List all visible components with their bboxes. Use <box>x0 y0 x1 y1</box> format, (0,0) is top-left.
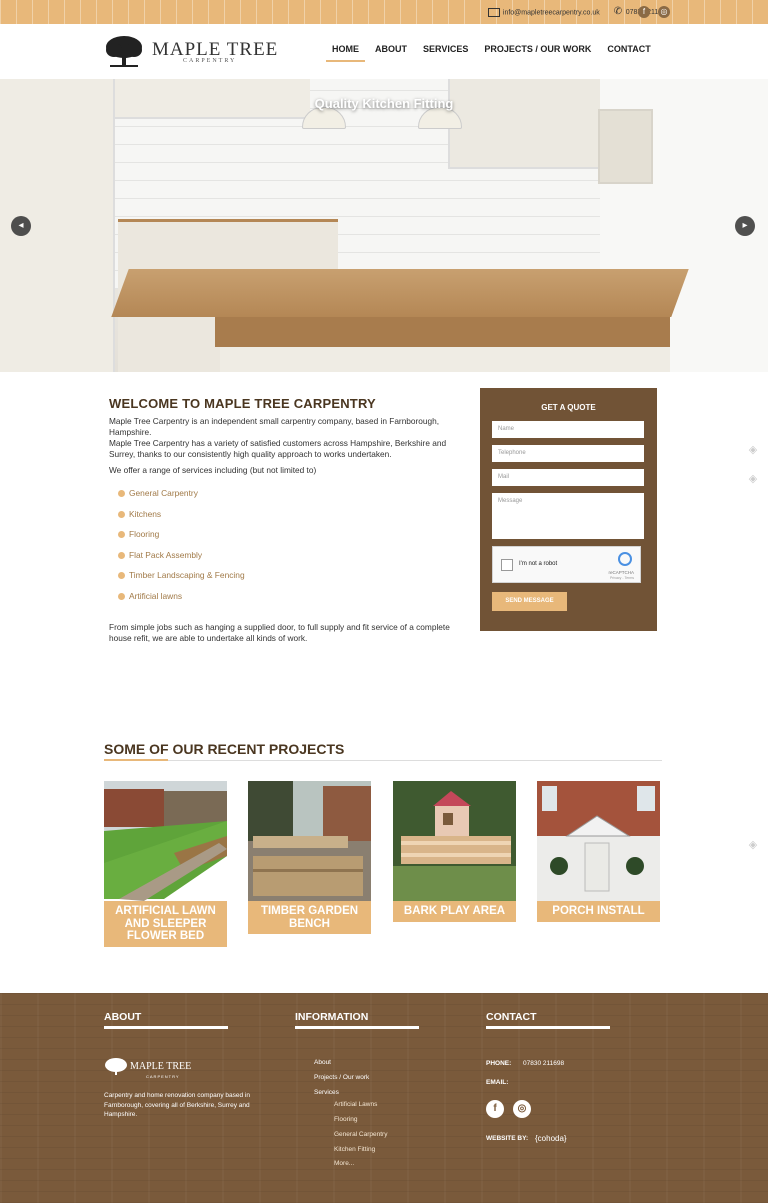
hero-image-cabinet <box>448 79 608 169</box>
chevron-left-icon[interactable]: ◈ <box>746 443 760 456</box>
hero-image-base-unit <box>220 347 670 372</box>
instagram-icon[interactable]: ◎ <box>513 1100 531 1118</box>
project-image <box>393 781 516 901</box>
slider-next-button[interactable]: ▸ <box>735 216 755 236</box>
divider-accent <box>104 759 168 761</box>
list-item: Timber Landscaping & Fencing <box>118 570 464 591</box>
quote-title: GET A QUOTE <box>541 403 596 412</box>
credit-label: WEBSITE BY: <box>486 1135 529 1142</box>
footer-sublink[interactable]: Kitchen Fitting <box>334 1146 375 1153</box>
send-message-button[interactable]: SEND MESSAGE <box>492 592 567 611</box>
footer-sublink[interactable]: Flooring <box>334 1116 357 1123</box>
footer-phone[interactable]: 07830 211698 <box>523 1060 564 1067</box>
project-image <box>537 781 660 901</box>
list-item: Flat Pack Assembly <box>118 550 464 571</box>
captcha-checkbox[interactable] <box>501 559 513 571</box>
footer-sublink[interactable]: Artificial Lawns <box>334 1101 377 1108</box>
divider <box>104 1026 228 1029</box>
footer-info-title: INFORMATION <box>295 1011 369 1023</box>
name-field[interactable]: Name <box>492 421 644 438</box>
facebook-icon[interactable]: f <box>638 6 650 18</box>
instagram-icon[interactable]: ◎ <box>658 6 670 18</box>
chevron-left-icon[interactable]: ◈ <box>746 838 760 851</box>
hero-image-worktop <box>111 269 689 317</box>
email-label: EMAIL: <box>486 1079 509 1086</box>
footer-sublink[interactable]: General Carpentry <box>334 1131 387 1138</box>
divider <box>486 1026 610 1029</box>
envelope-icon <box>487 7 500 17</box>
welcome-section: WELCOME TO MAPLE TREE CARPENTRY Maple Tr… <box>109 396 464 649</box>
recaptcha-widget: I'm not a robot reCAPTCHA Privacy - Term… <box>492 546 641 583</box>
footer-brand-subtitle: CARPENTRY <box>146 1074 180 1079</box>
footer-about-text: Carpentry and home renovation company ba… <box>104 1092 250 1118</box>
nav-contact[interactable]: CONTACT <box>601 44 656 62</box>
footer-about-title: ABOUT <box>104 1011 142 1023</box>
project-image <box>104 781 227 901</box>
project-card[interactable]: TIMBER GARDEN BENCH <box>248 781 371 934</box>
project-caption: TIMBER GARDEN BENCH <box>248 901 371 934</box>
hero-image-shelf <box>598 109 653 184</box>
list-item: Flooring <box>118 529 464 550</box>
phone-label: PHONE: <box>486 1060 512 1067</box>
hero-title: Quality Kitchen Fitting <box>314 96 454 111</box>
project-card[interactable]: BARK PLAY AREA <box>393 781 516 922</box>
project-caption: ARTIFICIAL LAWN AND SLEEPER FLOWER BED <box>104 901 227 947</box>
welcome-outro: From simple jobs such as hanging a suppl… <box>109 621 450 643</box>
message-field[interactable]: Message <box>492 493 644 539</box>
site-footer: ABOUT MAPLE TREE CARPENTRY Carpentry and… <box>0 993 768 1203</box>
list-item: Kitchens <box>118 509 464 530</box>
footer-link-projects[interactable]: Projects / Our work <box>314 1074 369 1081</box>
recaptcha-icon <box>618 552 632 566</box>
captcha-terms[interactable]: Privacy - Terms <box>610 576 634 580</box>
quote-form: GET A QUOTE Name Telephone Mail Message … <box>480 388 657 631</box>
project-card[interactable]: PORCH INSTALL <box>537 781 660 922</box>
nav-services[interactable]: SERVICES <box>417 44 474 62</box>
tree-logo-icon[interactable] <box>104 1057 128 1077</box>
telephone-field[interactable]: Telephone <box>492 445 644 462</box>
footer-brand-name: MAPLE TREE <box>130 1061 192 1072</box>
facebook-icon[interactable]: f <box>486 1100 504 1118</box>
mail-field[interactable]: Mail <box>492 469 644 486</box>
project-caption: BARK PLAY AREA <box>393 901 516 922</box>
footer-contact-title: CONTACT <box>486 1011 537 1023</box>
list-item: General Carpentry <box>118 488 464 509</box>
brand-subtitle: CARPENTRY <box>183 58 237 64</box>
project-card[interactable]: ARTIFICIAL LAWN AND SLEEPER FLOWER BED <box>104 781 227 947</box>
footer-link-services[interactable]: Services <box>314 1089 339 1096</box>
nav-home[interactable]: HOME <box>326 44 365 62</box>
main-nav: HOME ABOUT SERVICES PROJECTS / OUR WORK … <box>326 44 661 62</box>
top-bar: info@mapletreecarpentry.co.uk ✆07830 211… <box>0 0 768 24</box>
hero-image-worktop-edge <box>215 317 670 347</box>
welcome-heading: WELCOME TO MAPLE TREE CARPENTRY <box>109 396 376 411</box>
tree-logo-icon[interactable] <box>104 34 144 68</box>
divider <box>104 760 662 761</box>
footer-sublink[interactable]: More... <box>334 1160 354 1167</box>
nav-projects[interactable]: PROJECTS / OUR WORK <box>478 44 597 62</box>
services-list: General Carpentry Kitchens Flooring Flat… <box>118 488 464 612</box>
projects-heading: SOME OF OUR RECENT PROJECTS <box>104 741 345 757</box>
site-header: MAPLE TREE CARPENTRY HOME ABOUT SERVICES… <box>0 24 768 79</box>
chevron-left-icon[interactable]: ◈ <box>746 472 760 485</box>
project-image <box>248 781 371 901</box>
captcha-label: I'm not a robot <box>519 561 558 567</box>
list-item: Artificial lawns <box>118 591 464 612</box>
email-link[interactable]: info@mapletreecarpentry.co.uk <box>487 7 600 17</box>
divider <box>295 1026 419 1029</box>
hero-slider: Quality Kitchen Fitting ◂ ▸ <box>0 79 768 372</box>
cohoda-link[interactable]: {cohoda} <box>535 1134 567 1143</box>
captcha-brand: reCAPTCHA <box>608 570 634 575</box>
welcome-services-intro: We offer a range of services including (… <box>109 465 317 475</box>
footer-link-about[interactable]: About <box>314 1059 331 1066</box>
phone-icon: ✆ <box>613 6 623 17</box>
project-caption: PORCH INSTALL <box>537 901 660 922</box>
nav-about[interactable]: ABOUT <box>369 44 413 62</box>
slider-prev-button[interactable]: ◂ <box>11 216 31 236</box>
welcome-intro: Maple Tree Carpentry is an independent s… <box>109 416 447 459</box>
